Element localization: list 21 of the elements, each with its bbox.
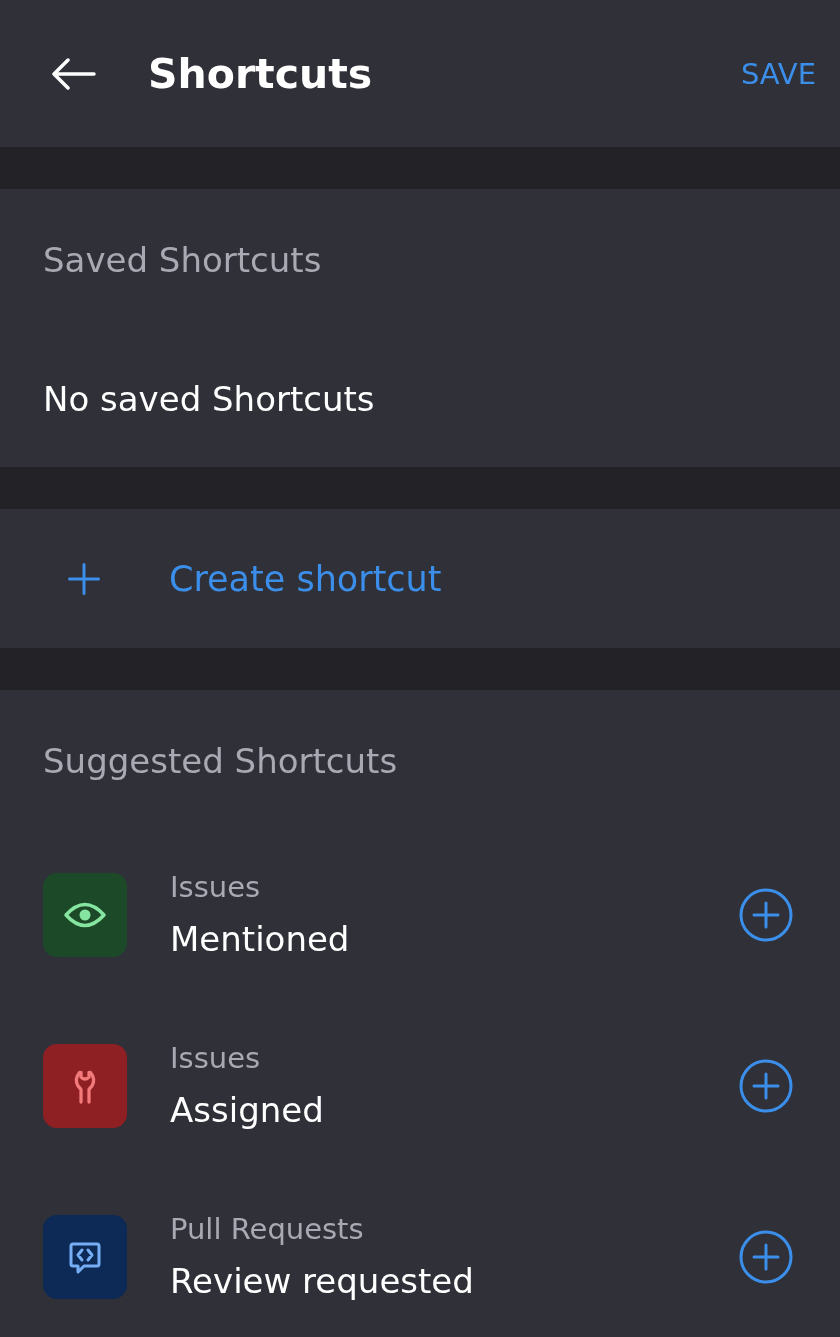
back-arrow-icon	[52, 57, 96, 90]
shortcut-category: Issues	[170, 1039, 262, 1076]
section-heading: Saved Shortcuts	[43, 239, 323, 282]
plus-icon	[68, 562, 100, 595]
section-heading: Suggested Shortcuts	[43, 740, 399, 783]
plus-circle-icon	[739, 1229, 793, 1284]
shortcut-category: Pull Requests	[170, 1210, 365, 1247]
shortcut-title: Review requested	[170, 1259, 475, 1303]
empty-state-text: No saved Shortcuts	[43, 378, 376, 421]
shortcut-category: Issues	[170, 868, 262, 905]
plus-circle-icon	[739, 1058, 793, 1113]
add-shortcut-button[interactable]	[739, 1229, 793, 1284]
save-button[interactable]: SAVE	[740, 55, 816, 92]
shortcut-title: Mentioned	[170, 917, 351, 961]
create-shortcut-button[interactable]: Create shortcut	[0, 509, 840, 648]
page-title: Shortcuts	[148, 48, 374, 99]
shortcut-title: Assigned	[170, 1088, 325, 1132]
add-shortcut-button[interactable]	[739, 887, 793, 942]
plus-circle-icon	[739, 887, 793, 942]
add-shortcut-button[interactable]	[739, 1058, 793, 1113]
back-button[interactable]	[52, 57, 96, 90]
